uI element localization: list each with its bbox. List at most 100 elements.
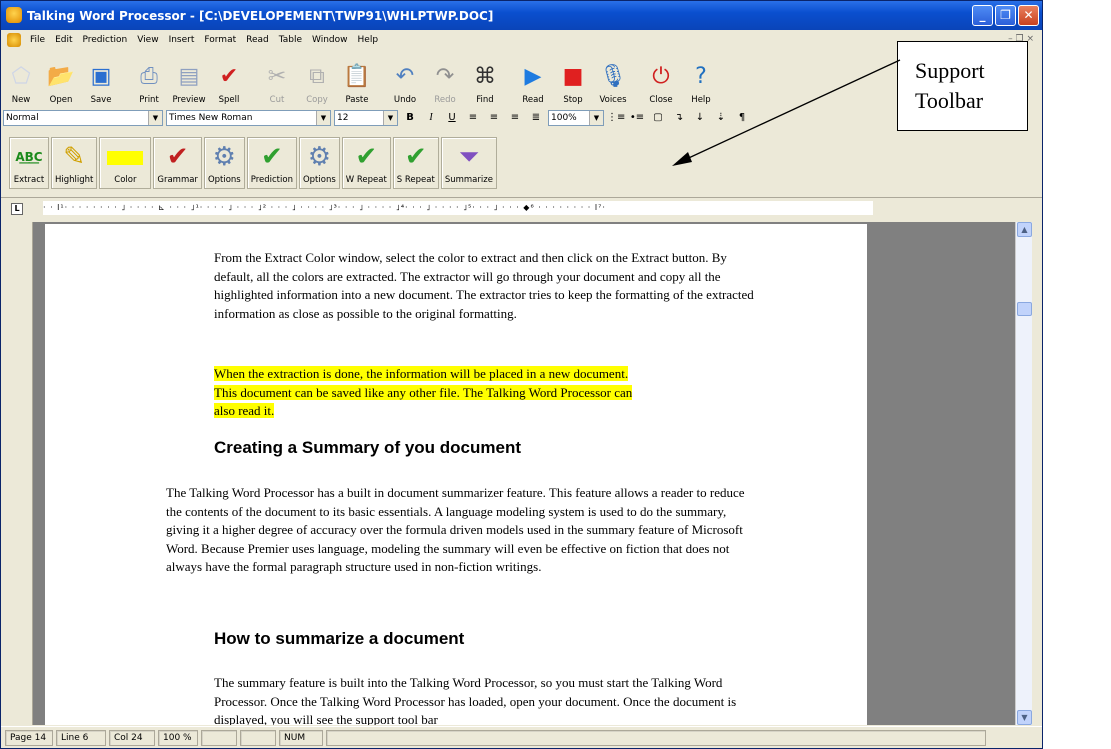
voices-button[interactable]: 🎙 Voices [593,52,633,108]
formatting-toolbar: Normal ▼ Times New Roman ▼ 12 ▼ B I U ≡ ≡ ≡… [1,108,1042,128]
chevron-down-icon[interactable]: ▼ [383,111,397,125]
open-button[interactable]: 📂 Open [41,52,81,108]
word-repeat-button[interactable]: ✔ W Repeat [341,137,391,189]
scroll-up-icon[interactable]: ▲ [1017,222,1032,237]
menu-bar: File Edit Prediction View Insert Format … [1,31,1042,49]
preview-button[interactable]: ▤ Preview [169,52,209,108]
ruler-track[interactable]: · · l¹· · · · · · · · ˩ · · · · ⊾ · · · … [43,201,873,215]
gears-icon: ⚙ [307,142,332,172]
align-left-icon[interactable]: ≡ [464,110,482,126]
vertical-scrollbar[interactable]: ▲ ▼ [1015,222,1032,725]
extract-button[interactable]: A͟B͟C Extract [9,137,49,189]
document-menu-icon[interactable] [7,33,21,47]
menu-read[interactable]: Read [246,35,269,45]
undo-button[interactable]: ↶ Undo [385,52,425,108]
color-button[interactable]: Color [99,137,152,189]
prediction-button[interactable]: ✔ Prediction [246,137,297,189]
chevron-down-icon[interactable]: ▼ [589,111,603,125]
status-zoom: 100 % [158,729,198,746]
open-folder-icon: 📂 [47,64,75,89]
arrow-down-double-icon[interactable]: ⇣ [712,110,730,126]
highlighted-line-1: When the extraction is done, the informa… [214,366,629,381]
cut-button[interactable]: ✂ Cut [257,52,297,108]
help-button[interactable]: ? Help [681,52,721,108]
menu-help[interactable]: Help [358,35,379,45]
menu-file[interactable]: File [30,35,45,45]
preview-icon: ▤ [178,64,200,89]
options-button-1[interactable]: ⚙ Options [203,137,245,189]
highlighted-line-3: also read it. [214,403,275,418]
options-button-2[interactable]: ⚙ Options [298,137,340,189]
paragraph-extract-instructions: From the Extract Color window, select th… [214,250,754,321]
zoom-select[interactable]: 100% ▼ [548,110,604,126]
indent-down-icon[interactable]: ↴ [670,110,688,126]
stop-icon: ■ [562,64,584,89]
menu-prediction[interactable]: Prediction [83,35,128,45]
align-center-icon[interactable]: ≡ [485,110,503,126]
vertical-ruler [9,222,33,725]
horizontal-ruler[interactable]: L · · l¹· · · · · · · · ˩ · · · · ⊾ · · … [1,197,1042,219]
app-icon[interactable] [6,7,22,23]
status-line: Line 6 [56,729,106,746]
save-button[interactable]: ▣ Save [81,52,121,108]
title-bar[interactable]: Talking Word Processor - [C:\DEVELOPEMEN… [1,1,1042,30]
scroll-down-icon[interactable]: ▼ [1017,710,1032,725]
font-size-select[interactable]: 12 ▼ [334,110,398,126]
status-message [326,729,986,746]
status-empty-2 [240,729,276,746]
highlighter-icon: ✎ [63,142,86,172]
extract-abc-icon: A͟B͟C [15,150,43,164]
bold-button[interactable]: B [401,110,419,126]
justify-icon[interactable]: ≣ [527,110,545,126]
align-right-icon[interactable]: ≡ [506,110,524,126]
underline-button[interactable]: U [443,110,461,126]
menu-insert[interactable]: Insert [169,35,195,45]
minimize-button[interactable]: _ [972,5,993,26]
copy-button[interactable]: ⧉ Copy [297,52,337,108]
paragraph-extraction-result: When the extraction is done, the informa… [214,365,774,421]
close-doc-button[interactable]: ⏻ Close [641,52,681,108]
spell-check-icon: ✔ [219,64,239,89]
arrow-down-icon[interactable]: ↓ [691,110,709,126]
paste-button[interactable]: 📋 Paste [337,52,377,108]
menu-table[interactable]: Table [279,35,302,45]
menu-format[interactable]: Format [204,35,236,45]
highlighted-line-2: This document can be saved like any othe… [214,384,633,400]
highlight-button[interactable]: ✎ Highlight [51,137,98,189]
read-button[interactable]: ▶ Read [513,52,553,108]
grammar-button[interactable]: ✔ Grammar [153,137,202,189]
pilcrow-icon[interactable]: ¶ [733,110,751,126]
document-page[interactable]: From the Extract Color window, select th… [45,224,867,725]
summarize-button[interactable]: ⏷ Summarize [440,137,497,189]
paragraph-summarizer-feature: The Talking Word Processor has a built i… [166,485,745,574]
tab-stop-selector[interactable]: L [11,202,23,215]
chevron-down-icon[interactable]: ▼ [316,111,330,125]
undo-icon: ↶ [395,64,415,89]
cut-icon: ✂ [267,64,287,89]
numbered-list-icon[interactable]: ⋮≡ [607,110,625,126]
redo-button[interactable]: ↷ Redo [425,52,465,108]
support-toolbar: A͟B͟C Extract ✎ Highlight Color ✔ Grammar ⚙… [9,137,649,193]
bullet-list-icon[interactable]: •≡ [628,110,646,126]
menu-edit[interactable]: Edit [55,35,72,45]
chevron-down-icon[interactable]: ▼ [148,111,162,125]
grammar-icon: ✔ [166,142,189,172]
find-button[interactable]: ⌘ Find [465,52,505,108]
support-toolbar-callout: Support Toolbar [897,41,1028,131]
maximize-button[interactable]: ❐ [995,5,1016,26]
sentence-repeat-button[interactable]: ✔ S Repeat [392,137,439,189]
border-icon[interactable]: ▢ [649,110,667,126]
print-button[interactable]: ⎙ Print [129,52,169,108]
style-select[interactable]: Normal ▼ [3,110,163,126]
spell-button[interactable]: ✔ Spell [209,52,249,108]
menu-view[interactable]: View [137,35,158,45]
scroll-thumb[interactable] [1017,302,1032,316]
italic-button[interactable]: I [422,110,440,126]
power-icon: ⏻ [652,64,670,89]
app-window: Talking Word Processor - [C:\DEVELOPEMEN… [0,0,1043,749]
stop-button[interactable]: ■ Stop [553,52,593,108]
close-window-button[interactable]: ✕ [1018,5,1039,26]
new-button[interactable]: ⬠ New [1,52,41,108]
font-select[interactable]: Times New Roman ▼ [166,110,331,126]
menu-window[interactable]: Window [312,35,348,45]
